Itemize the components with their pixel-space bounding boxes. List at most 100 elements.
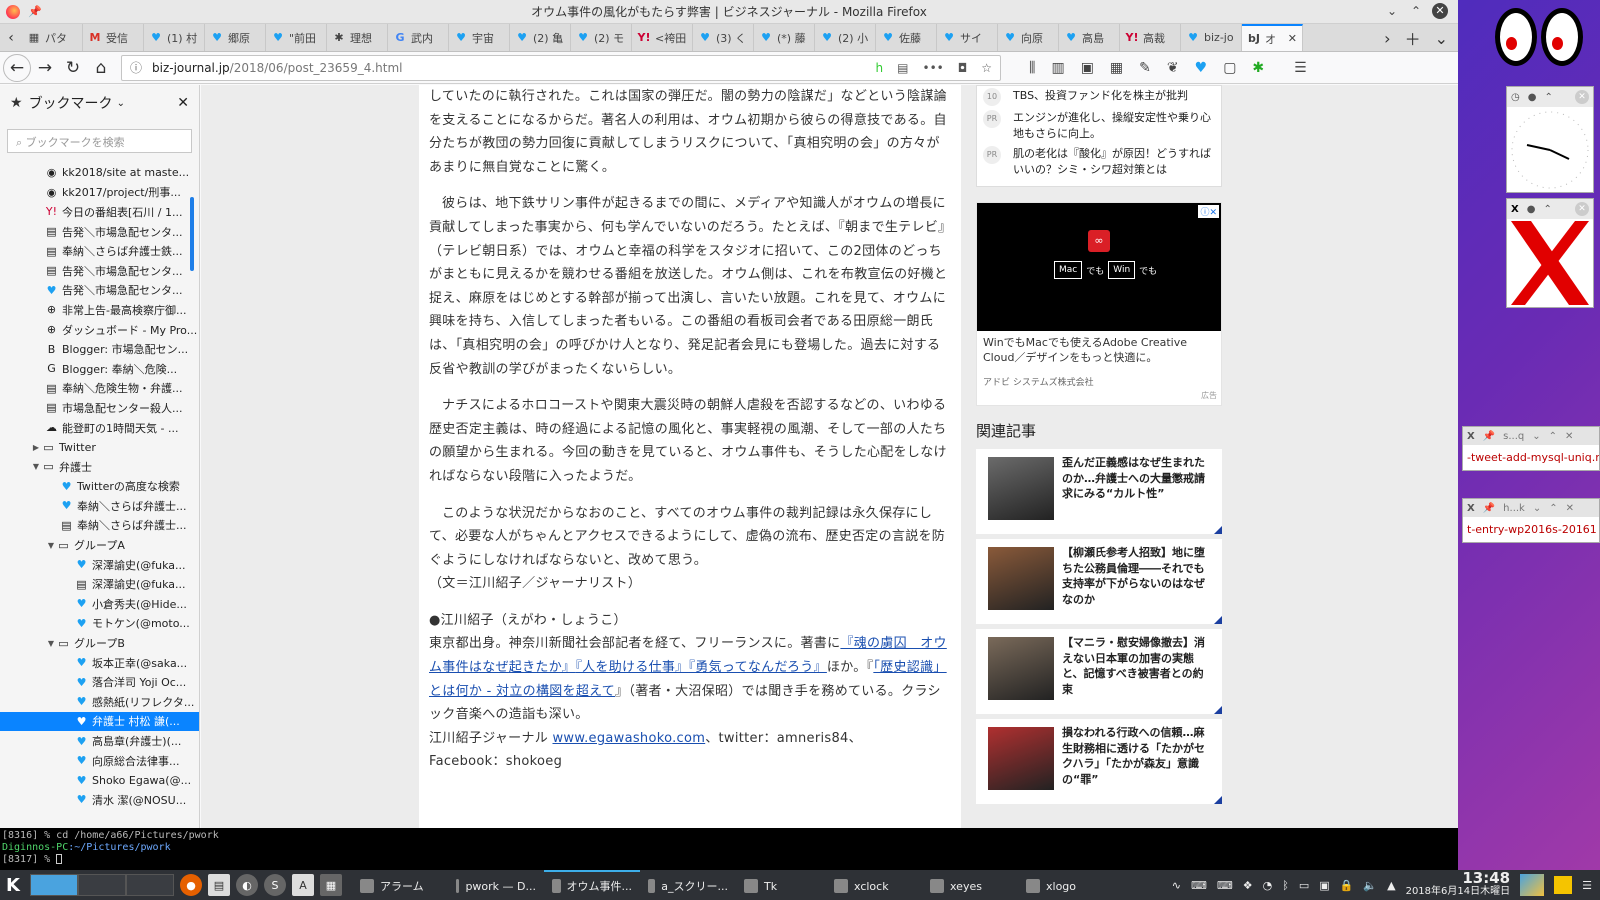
tab-3[interactable]: ♥ 郷原 [205, 24, 266, 51]
related-headline[interactable]: 【マニラ・慰安婦像撤去】消えない日本軍の加害の実態と、記憶すべき被害者との約束 [1062, 635, 1212, 708]
tab-11[interactable]: ♥ (3) く [693, 24, 754, 51]
book-link[interactable]: 『人を助ける仕事』 [575, 660, 688, 675]
bookmark-item[interactable]: ⊕ 非常上告-最高検察庁御... [0, 300, 199, 320]
maximize-icon[interactable]: ⌃ [1408, 4, 1424, 18]
bookmark-item[interactable]: ☁ 能登町の1時間天気 - ... [0, 418, 199, 438]
all-tabs-icon[interactable]: ⌄ [1435, 29, 1448, 48]
bookmark-item[interactable]: ♥ 弁護士 村松 謙(... [0, 711, 199, 732]
tab-2[interactable]: ♥ (1) 村 [144, 24, 205, 51]
display-icon[interactable]: ▭ [1299, 879, 1309, 892]
sticky-note[interactable]: X 📌 h...k ⌄ ⌃ ✕ t-entry-wp2016s-20161 [1462, 498, 1600, 543]
info-icon[interactable]: ⓘ [130, 59, 142, 76]
tab-scroll-left-icon[interactable]: ‹ [0, 24, 22, 51]
bookmark-item[interactable]: ▤ 奉納＼さらば弁護士... [0, 516, 199, 536]
chevron-down-icon[interactable]: ⌄ [117, 98, 125, 109]
article-thumbnail[interactable] [988, 457, 1054, 520]
bookmark-folder[interactable]: ▼ ▭ 弁護士 [0, 457, 199, 477]
desktop-pager[interactable] [30, 874, 174, 896]
tab-5[interactable]: ✱ 理想 [327, 24, 388, 51]
close-icon[interactable]: ✕ [1575, 202, 1589, 216]
network-icon[interactable]: ❖ [1243, 879, 1253, 892]
screenshot-icon[interactable]: ▣ [1081, 60, 1094, 76]
grid-icon[interactable]: ▦ [1110, 60, 1123, 76]
taskbar-task[interactable]: xlogo [1018, 870, 1114, 900]
close-tab-icon[interactable]: ✕ [1288, 32, 1297, 45]
clipboard-icon[interactable]: ▣ [1319, 879, 1329, 892]
bookmark-item[interactable]: ♥ 高島章(弁護士)(... [0, 731, 199, 751]
related-headline[interactable]: 歪んだ正義感はなぜ生まれたのか…弁護士への大量懲戒請求にみる“カルト性” [1062, 455, 1212, 528]
ad-text[interactable]: WinでもMacでも使えるAdobe Creative Cloud／デザインをも… [977, 331, 1221, 369]
bookmark-item[interactable]: G Blogger: 奉納＼危険... [0, 359, 199, 379]
url-bar[interactable]: ⓘ biz-journal.jp/2018/06/post_23659_4.ht… [121, 54, 1001, 81]
tab-19[interactable]: ♥ biz-jo [1181, 24, 1242, 51]
tab-10[interactable]: Y! <袴田 [632, 24, 693, 51]
sidebar-toggle-icon[interactable]: ▥ [1051, 60, 1064, 76]
desktop-2[interactable] [78, 874, 126, 896]
home-button[interactable]: ⌂ [87, 54, 115, 82]
tab-20[interactable]: bJ オ ✕ [1242, 24, 1303, 51]
bookmark-item[interactable]: ◉ kk2017/project/刑事... [0, 183, 199, 203]
volume-icon[interactable]: 🔈 [1363, 879, 1377, 892]
related-article[interactable]: 損なわれる行政への信頼…麻生財務相に透ける「たかがセクハラ」「たかが森友」意識の… [976, 719, 1222, 804]
menu-icon[interactable]: ☰ [1294, 60, 1307, 76]
forward-button[interactable]: → [31, 54, 59, 82]
pocket-icon[interactable]: ◘ [958, 61, 968, 75]
bookmark-item[interactable]: ▤ 奉納＼さらば弁護士鉄... [0, 241, 199, 261]
taskbar-task[interactable]: a_スクリー... [640, 870, 736, 900]
puzzle-icon[interactable]: ✱ [1252, 60, 1264, 76]
tab-0[interactable]: ▦ パタ [22, 24, 83, 51]
sticky-note[interactable]: X 📌 s...q ⌄ ⌃ ✕ -tweet-add-mysql-uniq.r [1462, 426, 1600, 471]
keyboard-launcher-icon[interactable]: A [292, 874, 314, 896]
taskbar-task[interactable]: xclock [826, 870, 922, 900]
bookmark-folder[interactable]: ▶ ▭ Twitter [0, 437, 199, 457]
reader-view-icon[interactable]: ▤ [897, 61, 908, 75]
bookmark-item[interactable]: ▤ 深澤諭史(@fuka... [0, 574, 199, 594]
ranking-item[interactable]: PR エンジンが進化し、操縦安定性や乗り心地もさらに向上。 [983, 110, 1215, 142]
related-article[interactable]: 歪んだ正義感はなぜ生まれたのか…弁護士への大量懲戒請求にみる“カルト性” [976, 449, 1222, 534]
terminal-launcher-icon[interactable]: ▦ [320, 874, 342, 896]
library-icon[interactable]: ⫼ [1029, 60, 1035, 76]
related-article[interactable]: 【マニラ・慰安婦像撤去】消えない日本軍の加害の実態と、記憶すべき被害者との約束 [976, 629, 1222, 714]
bluetooth-icon[interactable]: ᛒ [1282, 879, 1289, 892]
firefox-launcher-icon[interactable]: ● [180, 874, 202, 896]
ranking-item[interactable]: 10 TBS、投資ファンド化を株主が批判 [983, 88, 1215, 106]
keyboard-icon[interactable]: ⌨ [1217, 879, 1233, 892]
collapsed-triangle-icon[interactable]: ▶ [30, 443, 42, 452]
back-button[interactable]: ← [3, 53, 31, 82]
taskbar-task[interactable]: pwork — D... [448, 870, 544, 900]
book-link[interactable]: 『勇気ってなんだろう』 [689, 660, 827, 675]
menu-icon[interactable]: ☰ [1582, 879, 1592, 892]
twitter-icon[interactable]: ♥ [1195, 60, 1208, 76]
sidebar-title[interactable]: ブックマーク [29, 93, 113, 113]
tab-15[interactable]: ♥ サイ [937, 24, 998, 51]
maximize-icon[interactable]: ⌃ [1549, 503, 1557, 514]
new-tab-icon[interactable]: ＋ [1405, 26, 1421, 50]
bookmark-item[interactable]: ♥ 落合洋司 Yoji Oc... [0, 672, 199, 692]
bookmark-folder[interactable]: ▼ ▭ グループA [0, 535, 199, 555]
taskbar-task[interactable]: アラーム [352, 870, 448, 900]
chevron-down-icon[interactable]: ⌄ [1533, 503, 1541, 514]
chevron-down-icon[interactable]: ⌄ [1532, 431, 1540, 442]
taskbar-clock[interactable]: 13:48 2018年6月14日木曜日 [1406, 871, 1511, 898]
close-icon[interactable]: ✕ [1566, 503, 1574, 514]
extension-icon[interactable]: h [876, 61, 884, 75]
pin-icon[interactable]: ● [1528, 92, 1537, 103]
tab-16[interactable]: ♥ 向原 [998, 24, 1059, 51]
tab-17[interactable]: ♥ 高島 [1059, 24, 1120, 51]
taskbar-task[interactable]: xeyes [922, 870, 1018, 900]
expanded-triangle-icon[interactable]: ▼ [45, 541, 57, 550]
gpu-icon[interactable]: ∿ [1172, 879, 1181, 892]
files-launcher-icon[interactable]: ▤ [208, 874, 230, 896]
bookmark-item[interactable]: ♥ 坂本正幸(@saka... [0, 653, 199, 673]
sidebar-scrollbar[interactable] [190, 197, 194, 271]
related-headline[interactable]: 【柳瀬氏参考人招致】地に堕ちた公務員倫理――それでも支持率が下がらないのはなぜな… [1062, 545, 1212, 618]
bookmark-item[interactable]: ♥ モトケン(@moto... [0, 614, 199, 634]
desktop-1[interactable] [30, 874, 78, 896]
maximize-icon[interactable]: ⌃ [1549, 431, 1557, 442]
reload-button[interactable]: ↻ [59, 54, 87, 82]
close-icon[interactable]: ✕ [1575, 90, 1589, 104]
bookmark-item[interactable]: ⊕ ダッシュボード - My Pro... [0, 320, 199, 340]
app-launcher-icon[interactable]: ◐ [236, 874, 258, 896]
tab-scroll-right-icon[interactable]: › [1384, 29, 1390, 48]
tab-6[interactable]: G 武内 [388, 24, 449, 51]
